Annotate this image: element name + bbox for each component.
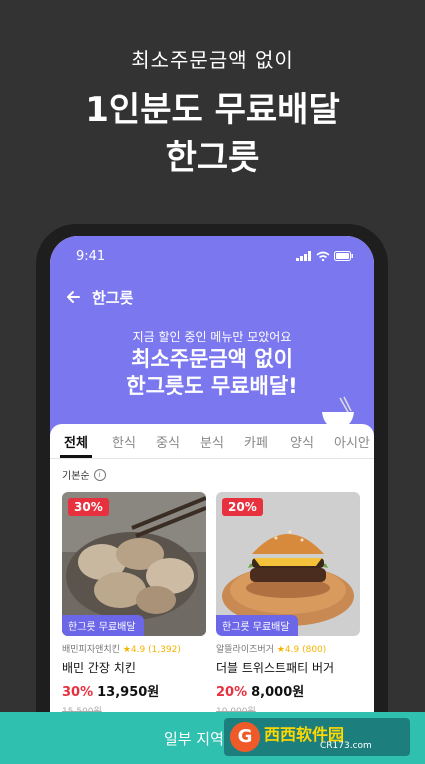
- app-bar: 한그릇: [62, 284, 133, 310]
- discount-rate: 20%: [216, 685, 248, 700]
- active-tab-indicator: [60, 455, 92, 458]
- appbar-title: 한그릇: [92, 288, 134, 307]
- status-bar: 9:41: [76, 249, 354, 265]
- hero-subtitle: 지금 할인 중인 메뉴만 모았어요: [132, 330, 292, 344]
- phone-screen: 9:41 한그릇 지금 할인 중인 메뉴만 모았어요 최소주문금액 없이 한그릇…: [50, 236, 374, 744]
- free-delivery-badge: 한그릇 무료배달: [216, 615, 298, 636]
- store-name: 알뜰라이즈버거: [216, 645, 274, 655]
- phone-frame: 9:41 한그릇 지금 할인 중인 메뉴만 모았어요 최소주문금액 없이 한그릇…: [36, 224, 388, 744]
- promo-title-line1: 1인분도 무료배달: [85, 90, 340, 130]
- status-time: 9:41: [76, 249, 106, 264]
- wifi-icon: [316, 251, 330, 261]
- arrow-left-icon[interactable]: [62, 286, 84, 308]
- watermark-logo: G: [230, 722, 260, 752]
- discount-badge: 30%: [68, 498, 109, 516]
- hero-banner: 9:41 한그릇 지금 할인 중인 메뉴만 모았어요 최소주문금액 없이 한그릇…: [50, 236, 374, 436]
- product-name: 더블 트위스트패티 버거: [216, 661, 335, 675]
- free-delivery-badge: 한그릇 무료배달: [62, 615, 144, 636]
- sort-selector[interactable]: 기본순 i: [62, 467, 106, 482]
- store-info: 알뜰라이즈버거 ★4.9 (800): [216, 642, 360, 655]
- product-card[interactable]: 20% 한그릇 무료배달 알뜰라이즈버거 ★4.9 (800) 더블 트위스트패…: [216, 492, 360, 717]
- store-info: 배민피자앤치킨 ★4.9 (1,392): [62, 642, 206, 655]
- battery-icon: [334, 251, 353, 261]
- product-image-chicken: 30% 한그릇 무료배달: [62, 492, 206, 636]
- discount-badge: 20%: [222, 498, 263, 516]
- tab-chinese[interactable]: 중식: [156, 432, 180, 451]
- discount-rate: 30%: [62, 685, 94, 700]
- sort-label: 기본순: [62, 471, 90, 482]
- product-card[interactable]: 30% 한그릇 무료배달 배민피자앤치킨 ★4.9 (1,392) 배민 간장 …: [62, 492, 206, 717]
- tab-all[interactable]: 전체: [64, 432, 88, 451]
- store-name: 배민피자앤치킨: [62, 645, 120, 655]
- product-name: 배민 간장 치킨: [62, 661, 136, 675]
- product-price: 30% 13,950원: [62, 681, 206, 700]
- category-tabs: 전체 한식 중식 분식 카페 양식 아시안: [50, 424, 374, 459]
- store-rating: ★4.9 (800): [276, 645, 327, 655]
- hero-title-line1: 최소주문금액 없이: [131, 347, 293, 371]
- tab-western[interactable]: 양식: [290, 432, 314, 451]
- sale-price: 13,950원: [97, 685, 160, 700]
- product-image-burger: 20% 한그릇 무료배달: [216, 492, 360, 636]
- hero-title: 최소주문금액 없이 한그릇도 무료배달!: [50, 346, 374, 400]
- info-icon[interactable]: i: [93, 468, 106, 481]
- signal-icon: [296, 251, 311, 261]
- tab-korean[interactable]: 한식: [112, 432, 136, 451]
- tab-asian[interactable]: 아시안: [334, 432, 370, 451]
- product-price: 20% 8,000원: [216, 681, 360, 700]
- content-card: 전체 한식 중식 분식 카페 양식 아시안 기본순 i 30% 한그릇 무료배달…: [50, 424, 374, 744]
- promo-subtitle: 최소주문금액 없이: [131, 48, 294, 72]
- sale-price: 8,000원: [251, 685, 305, 700]
- watermark-url: CR173.com: [320, 741, 372, 751]
- store-rating: ★4.9 (1,392): [122, 645, 181, 655]
- promo-title-line2: 한그릇: [165, 138, 260, 178]
- tab-snack[interactable]: 분식: [200, 432, 224, 451]
- tab-cafe[interactable]: 카페: [244, 432, 268, 451]
- promo-title: 1인분도 무료배달 한그릇: [0, 86, 425, 182]
- watermark: G 西西软件园 CR173.com: [224, 718, 410, 756]
